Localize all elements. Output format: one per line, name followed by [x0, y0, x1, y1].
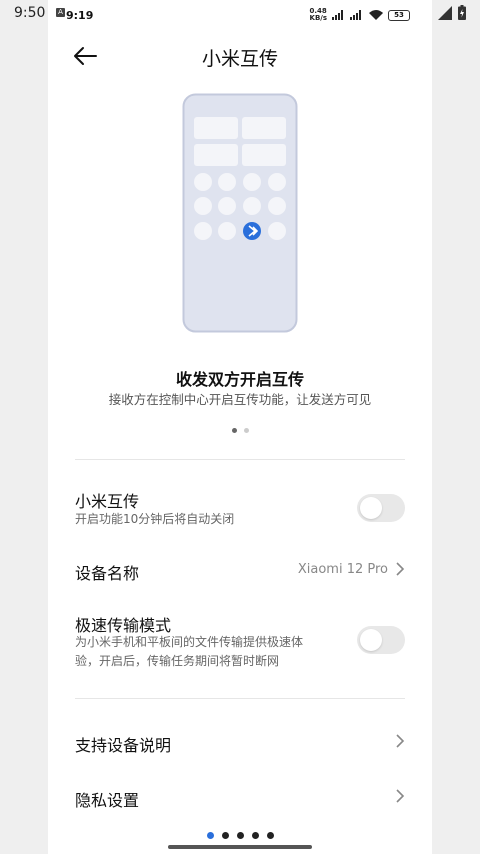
page-dot[interactable] — [221, 832, 229, 839]
mi-share-label: 小米互传 — [75, 492, 140, 511]
page-dot[interactable] — [206, 832, 214, 839]
supported-devices-label: 支持设备说明 — [75, 736, 172, 755]
mi-share-toggle[interactable] — [357, 494, 405, 522]
control-center-illustration — [182, 93, 298, 333]
page-title: 小米互传 — [201, 48, 278, 70]
fast-mode-toggle[interactable] — [357, 626, 405, 654]
page-dot[interactable] — [251, 832, 259, 839]
chevron-right-icon — [396, 562, 405, 576]
signal-icon — [438, 5, 452, 20]
cell-signal-hd-icon — [350, 10, 361, 20]
app-header: 小米互传 — [48, 36, 432, 76]
mi-share-description: 开启功能10分钟后将自动关闭 — [75, 512, 235, 526]
bottom-page-indicator — [0, 832, 480, 839]
chevron-right-icon — [396, 789, 405, 803]
toggle-knob — [360, 629, 382, 651]
pager-dot[interactable] — [243, 428, 249, 433]
pager-dot[interactable] — [231, 428, 237, 433]
battery-indicator: 53 — [388, 9, 410, 21]
page-dot[interactable] — [266, 832, 274, 839]
divider — [75, 459, 405, 460]
app-status-icons: 0.48 KB/s 53 — [310, 8, 410, 22]
chevron-right-icon — [396, 734, 405, 748]
network-speed: 0.48 KB/s — [310, 8, 327, 22]
device-name-label: 设备名称 — [75, 564, 140, 583]
wifi-icon — [369, 10, 383, 20]
toggle-knob — [360, 497, 382, 519]
fast-mode-description-line1: 为小米手机和平板间的文件传输提供极速体 — [75, 635, 304, 649]
app-status-time: 9:19 — [66, 9, 94, 22]
slide-pager — [48, 428, 432, 433]
fast-mode-description-line2: 验，开启后，传输任务期间将暂时断网 — [75, 654, 280, 668]
app-screen: A 9:19 0.48 KB/s 53 小米互传 收发双方开启互传 接收方在控制… — [48, 0, 432, 854]
battery-icon — [458, 5, 466, 20]
slide-title: 收发双方开启互传 — [175, 370, 304, 389]
page-dot[interactable] — [236, 832, 244, 839]
app-status-bar: A 9:19 0.48 KB/s 53 — [48, 0, 432, 30]
notification-a-icon: A — [56, 8, 65, 17]
home-indicator-bar[interactable] — [168, 845, 312, 849]
privacy-settings-label: 隐私设置 — [75, 791, 140, 810]
network-speed-unit: KB/s — [309, 14, 327, 22]
slide-description: 接收方在控制中心开启互传功能，让发送方可见 — [108, 392, 372, 407]
device-name-value: Xiaomi 12 Pro — [297, 562, 388, 577]
cell-signal-icon — [332, 10, 343, 20]
divider — [75, 698, 405, 699]
system-time: 9:50 — [14, 5, 46, 21]
